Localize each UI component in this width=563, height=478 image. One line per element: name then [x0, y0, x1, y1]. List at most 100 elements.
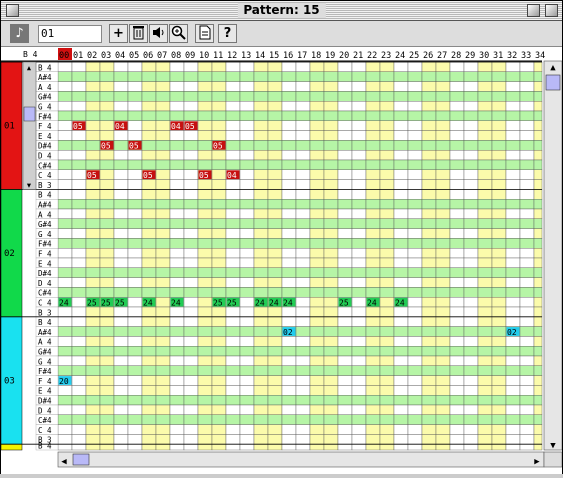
grid-cell[interactable] [211, 414, 227, 425]
grid-cell[interactable] [505, 218, 521, 229]
grid-cell[interactable] [99, 414, 115, 425]
grid-cell[interactable] [267, 385, 283, 396]
grid-cell[interactable] [379, 395, 395, 406]
grid-cell[interactable] [323, 149, 339, 161]
grid-cell[interactable] [71, 424, 87, 435]
grid-cell[interactable] [295, 169, 311, 180]
grid-cell[interactable] [225, 208, 241, 220]
grid-cell[interactable] [449, 198, 465, 210]
grid-cell[interactable] [295, 101, 311, 112]
horizontal-scrollbar[interactable] [57, 451, 545, 468]
grid-cell[interactable] [155, 169, 171, 180]
grid-cell[interactable] [351, 277, 367, 288]
grid-cell[interactable] [393, 247, 409, 259]
grid-cell[interactable] [477, 375, 493, 386]
grid-cell[interactable] [57, 355, 73, 367]
grid-cell[interactable] [211, 169, 227, 180]
grid-cell[interactable] [421, 81, 437, 92]
grid-cell[interactable] [505, 434, 521, 445]
grid-cell[interactable] [281, 444, 297, 451]
grid-cell[interactable] [365, 198, 381, 210]
grid-cell[interactable] [449, 414, 465, 425]
grid-cell[interactable] [491, 257, 507, 269]
grid-cell[interactable] [449, 444, 465, 451]
grid-cell[interactable] [309, 91, 325, 102]
grid-cell[interactable] [365, 218, 381, 229]
grid-cell[interactable] [113, 101, 129, 112]
grid-cell[interactable] [519, 414, 535, 425]
grid-cell[interactable] [211, 218, 227, 229]
grid-cell[interactable] [71, 385, 87, 396]
grid-cell[interactable] [99, 355, 115, 367]
grid-cell[interactable] [449, 404, 465, 416]
grid-cell[interactable] [505, 346, 521, 357]
grid-cell[interactable] [435, 149, 451, 161]
grid-cell[interactable] [169, 355, 185, 367]
grid-cell[interactable] [99, 267, 115, 278]
grid-cell[interactable] [407, 238, 423, 249]
grid-cell[interactable] [85, 238, 101, 249]
grid-cell[interactable] [141, 179, 157, 190]
grid-cell[interactable] [71, 228, 87, 239]
grid-cell[interactable] [365, 189, 381, 200]
grid-cell[interactable] [253, 385, 269, 396]
grid-cell[interactable] [141, 71, 157, 82]
grid-cell[interactable] [99, 130, 115, 141]
grid-cell[interactable] [393, 71, 409, 82]
grid-cell[interactable] [253, 71, 269, 82]
grid-cell[interactable] [281, 208, 297, 220]
grid-cell[interactable] [253, 346, 269, 357]
grid-cell[interactable] [463, 395, 479, 406]
grid-cell[interactable] [267, 208, 283, 220]
grid-cell[interactable] [295, 179, 311, 190]
grid-cell[interactable] [533, 130, 543, 141]
grid-cell[interactable] [491, 110, 507, 122]
grid-cell[interactable] [393, 434, 409, 445]
grid-cell[interactable] [85, 385, 101, 396]
grid-cell[interactable] [169, 306, 185, 318]
grid-cell[interactable] [113, 91, 129, 102]
grid-cell[interactable] [197, 326, 213, 337]
grid-cell[interactable] [323, 218, 339, 229]
grid-cell[interactable] [505, 306, 521, 318]
grid-cell[interactable] [519, 228, 535, 239]
grid-cell[interactable] [267, 444, 283, 451]
grid-cell[interactable] [225, 81, 241, 92]
grid-cell[interactable] [393, 228, 409, 239]
grid-cell[interactable] [267, 101, 283, 112]
grid-cell[interactable] [127, 189, 143, 200]
grid-cell[interactable] [155, 287, 171, 298]
grid-cell[interactable] [113, 247, 129, 259]
grid-cell[interactable] [113, 404, 129, 416]
grid-cell[interactable] [519, 198, 535, 210]
grid-cell[interactable] [533, 257, 543, 269]
grid-cell[interactable] [253, 61, 269, 73]
grid-cell[interactable] [533, 336, 543, 347]
grid-cell[interactable] [421, 149, 437, 161]
grid-cell[interactable] [71, 296, 87, 308]
grid-cell[interactable] [519, 110, 535, 122]
grid-cell[interactable] [337, 306, 353, 318]
grid-cell[interactable] [57, 218, 73, 229]
grid-cell[interactable] [253, 208, 269, 220]
grid-cell[interactable] [57, 414, 73, 425]
grid-cell[interactable] [323, 101, 339, 112]
grid-cell[interactable] [519, 189, 535, 200]
grid-cell[interactable] [239, 444, 255, 451]
grid-cell[interactable] [379, 140, 395, 151]
grid-cell[interactable] [505, 120, 521, 131]
grid-cell[interactable] [407, 149, 423, 161]
grid-cell[interactable] [505, 316, 521, 327]
grid-cell[interactable] [533, 208, 543, 220]
grid-cell[interactable] [519, 336, 535, 347]
grid-cell[interactable] [71, 71, 87, 82]
grid-cell[interactable] [435, 326, 451, 337]
grid-cell[interactable] [463, 296, 479, 308]
grid-cell[interactable] [253, 130, 269, 141]
grid-cell[interactable] [463, 257, 479, 269]
grid-cell[interactable] [323, 159, 339, 171]
grid-cell[interactable] [127, 169, 143, 180]
grid-cell[interactable] [211, 444, 227, 451]
grid-cell[interactable] [309, 247, 325, 259]
grid-cell[interactable] [211, 101, 227, 112]
